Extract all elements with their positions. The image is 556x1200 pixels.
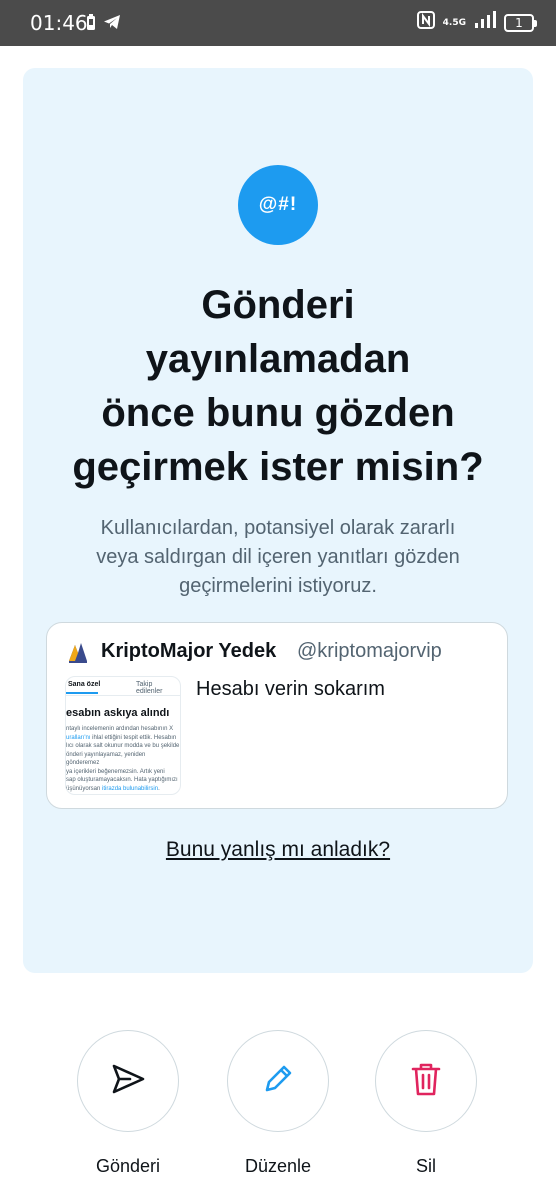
delete-action: Sil [374, 1030, 478, 1177]
attachment-tab-following: Takip edilenler [136, 681, 163, 695]
title-line: önce bunu gözden [101, 391, 455, 435]
battery-icon: 1 [504, 13, 537, 32]
attachment-body: ntaylı incelemenin ardından hesabının X … [66, 725, 180, 793]
subtitle-line: geçirmelerini istiyoruz. [179, 575, 377, 597]
status-time: 01:46 [30, 11, 88, 35]
send-action: Gönderi [76, 1030, 180, 1177]
attachment-body-link: uralları'nı [66, 734, 91, 741]
subtitle-line: veya saldırgan dil içeren yanıtları gözd… [96, 546, 460, 568]
network-type-label: 4.5G [442, 17, 466, 28]
battery-level: 1 [515, 15, 523, 30]
status-bar: 01:46 4.5G 1 [0, 0, 556, 46]
dialog-title: Gönderi yayınlamadan önce bunu gözden ge… [43, 278, 513, 494]
attachment-heading: esabın askıya alındı [66, 707, 170, 719]
send-icon [110, 1061, 146, 1102]
tweet-author-name: KriptoMajor Yedek [101, 640, 277, 662]
tweet-preview: KriptoMajor Yedek @kriptomajorvip Hesabı… [46, 622, 508, 809]
attachment-body-line: ntaylı incelemenin ardından hesabının X [66, 726, 174, 732]
attachment-body-link: itirazda bulunabilirsin [102, 785, 159, 792]
attachment-tab-indicator [66, 692, 98, 694]
nfc-icon [416, 11, 435, 34]
title-line: Gönderi [201, 283, 355, 327]
pencil-icon [260, 1061, 296, 1102]
symbol-badge: @#! [238, 165, 318, 245]
signal-icon [474, 11, 496, 34]
attachment-body-line: uralları'nı ihlal ettiğini tespit ettik.… [66, 734, 180, 743]
attachment-tab-for-you: Sana özel [68, 681, 101, 688]
attachment-body-line: üşünüyorsan itirazda bulunabilirsin. [66, 785, 180, 794]
tweet-attachment-image: Sana özel Takip edilenler esabın askıya … [65, 676, 181, 795]
status-right-icons: 4.5G 1 [416, 11, 537, 34]
telegram-icon [103, 14, 121, 35]
tweet-text: Hesabı verin sokarım [196, 678, 385, 700]
edit-action: Düzenle [226, 1030, 330, 1177]
title-line: yayınlamadan [145, 337, 411, 381]
attachment-body-text: ihlal ettiğini tespit ettik. Hesabın [90, 734, 177, 741]
title-line: geçirmek ister misin? [72, 445, 484, 489]
feedback-link[interactable]: Bunu yanlış mı anladık? [23, 838, 533, 862]
attachment-body-line: ya içerikleri beğenemezsin. Artık yeni [66, 768, 165, 775]
edit-button[interactable] [227, 1030, 329, 1132]
tweet-author-handle: @kriptomajorvip [297, 640, 442, 662]
avatar [67, 641, 89, 663]
status-left-icons [86, 13, 121, 36]
dialog-subtitle: Kullanıcılardan, potansiyel olarak zarar… [63, 514, 493, 601]
send-button[interactable] [77, 1030, 179, 1132]
attachment-tabs: Sana özel Takip edilenler [66, 677, 180, 696]
attachment-body-text: . [158, 785, 160, 792]
edit-label: Düzenle [244, 1156, 312, 1176]
delete-button[interactable] [375, 1030, 477, 1132]
send-label: Gönderi [95, 1156, 161, 1176]
battery-saver-icon [86, 13, 96, 36]
delete-label: Sil [415, 1156, 436, 1176]
review-card: @#! Gönderi yayınlamadan önce bunu gözde… [23, 68, 533, 973]
subtitle-line: Kullanıcılardan, potansiyel olarak zarar… [100, 517, 456, 539]
attachment-body-line: lıcı olarak salt okunur modda ve bu şeki… [66, 743, 180, 749]
attachment-body-line: önderi yayınlayamaz, yeniden gönderemez [66, 751, 146, 767]
attachment-body-line: sap oluşturamayacaksın. Hata yaptığımızı [66, 777, 178, 783]
attachment-body-text: üşünüyorsan [66, 785, 101, 792]
trash-icon [409, 1061, 443, 1102]
